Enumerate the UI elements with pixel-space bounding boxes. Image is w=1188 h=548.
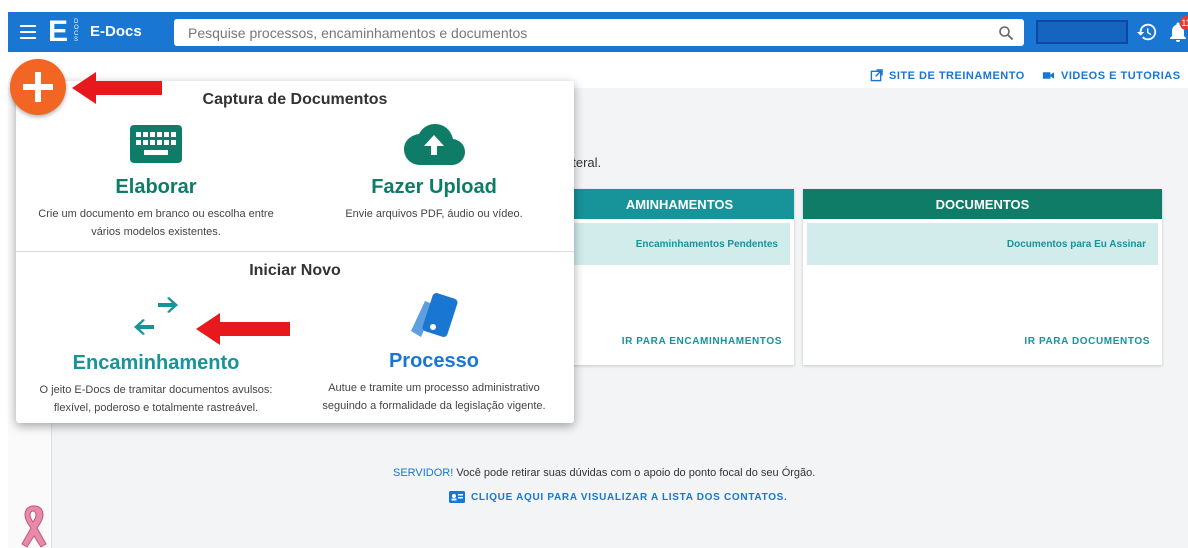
- swap-arrows-icon: [134, 297, 178, 335]
- top-bar: E DOCS E-Docs 11: [8, 12, 1188, 52]
- contacts-link-label: CLIQUE AQUI PARA VISUALIZAR A LISTA DOS …: [471, 491, 788, 503]
- upload-title: Fazer Upload: [371, 176, 497, 198]
- processo-desc-line1: Autue e tramite um processo administrati…: [328, 382, 540, 394]
- app-title[interactable]: E-Docs: [90, 23, 142, 40]
- contact-card-icon: [449, 491, 465, 503]
- app-logo-sub: DOCS: [74, 19, 79, 43]
- processo-title: Processo: [388, 350, 480, 372]
- external-link-icon: [870, 69, 883, 82]
- pending-forwards-item[interactable]: Encaminhamentos Pendentes: [569, 223, 790, 265]
- encaminhamentos-card: AMINHAMENTOS Encaminhamentos Pendentes I…: [565, 189, 794, 365]
- notification-badge: 11: [1180, 16, 1188, 30]
- start-new-section-title: Iniciar Novo: [249, 262, 341, 279]
- servidor-text: Você pode retirar suas dúvidas com o apo…: [453, 467, 816, 479]
- encaminhamento-description: O jeito E-Docs de tramitar documentos av…: [16, 381, 296, 417]
- red-arrow-annotation-icon: [72, 72, 162, 104]
- card-header: AMINHAMENTOS: [565, 189, 794, 219]
- servidor-notice: SERVIDOR! Você pode retirar suas dúvidas…: [393, 467, 815, 479]
- elaborar-desc-line2: vários modelos existentes.: [91, 226, 221, 238]
- search-input[interactable]: [174, 19, 974, 46]
- encaminhamento-desc-line2: flexível, poderoso e totalmente rastreáv…: [53, 402, 259, 414]
- user-selector[interactable]: [1036, 20, 1128, 44]
- folder-tag-icon: [411, 293, 458, 337]
- cloud-upload-icon: [404, 124, 465, 165]
- training-site-label: SITE DE TREINAMENTO: [889, 69, 1025, 82]
- elaborar-desc-line1: Crie um documento em branco ou escolha e…: [38, 208, 274, 220]
- processo-description: Autue e tramite um processo administrati…: [294, 379, 574, 415]
- elaborar-option[interactable]: Elaborar Crie um documento em branco ou …: [16, 125, 296, 241]
- encaminhamento-title: Encaminhamento: [72, 352, 240, 374]
- red-arrow-annotation-icon: [196, 313, 290, 345]
- processo-desc-line2: seguindo a formalidade da legislação vig…: [322, 400, 546, 412]
- search-bar[interactable]: [174, 19, 1024, 46]
- servidor-label: SERVIDOR!: [393, 467, 454, 479]
- elaborar-description: Crie um documento em branco ou escolha e…: [16, 205, 296, 241]
- add-new-button[interactable]: [10, 59, 66, 115]
- documents-to-sign-item[interactable]: Documentos para Eu Assinar: [807, 223, 1158, 265]
- encaminhamento-desc-line1: O jeito E-Docs de tramitar documentos av…: [39, 384, 273, 396]
- pink-ribbon-icon: [21, 505, 47, 548]
- menu-icon[interactable]: [20, 25, 36, 39]
- video-camera-icon: [1042, 72, 1055, 79]
- history-icon[interactable]: [1136, 21, 1158, 43]
- videos-link[interactable]: VIDEOS E TUTORIAS: [1042, 69, 1181, 82]
- go-to-documents-link[interactable]: IR PARA DOCUMENTOS: [1024, 336, 1150, 347]
- upload-desc-line1: Envie arquivos PDF, áudio ou vídeo.: [345, 208, 523, 220]
- videos-label: VIDEOS E TUTORIAS: [1061, 69, 1181, 82]
- new-document-popup: Captura de Documentos Elaborar Crie um d…: [16, 81, 574, 423]
- upload-option[interactable]: Fazer Upload Envie arquivos PDF, áudio o…: [294, 123, 574, 223]
- training-site-link[interactable]: SITE DE TREINAMENTO: [870, 69, 1025, 82]
- processo-option[interactable]: Processo Autue e tramite um processo adm…: [294, 291, 574, 415]
- documentos-card: DOCUMENTOS Documentos para Eu Assinar IR…: [803, 189, 1162, 365]
- section-divider: [16, 251, 574, 252]
- search-icon[interactable]: [998, 25, 1014, 41]
- keyboard-icon: [130, 125, 182, 163]
- go-to-forwards-link[interactable]: IR PARA ENCAMINHAMENTOS: [622, 336, 782, 347]
- elaborar-title: Elaborar: [115, 176, 197, 198]
- contacts-link[interactable]: CLIQUE AQUI PARA VISUALIZAR A LISTA DOS …: [449, 491, 788, 503]
- upload-description: Envie arquivos PDF, áudio ou vídeo.: [294, 205, 574, 223]
- card-header: DOCUMENTOS: [803, 189, 1162, 219]
